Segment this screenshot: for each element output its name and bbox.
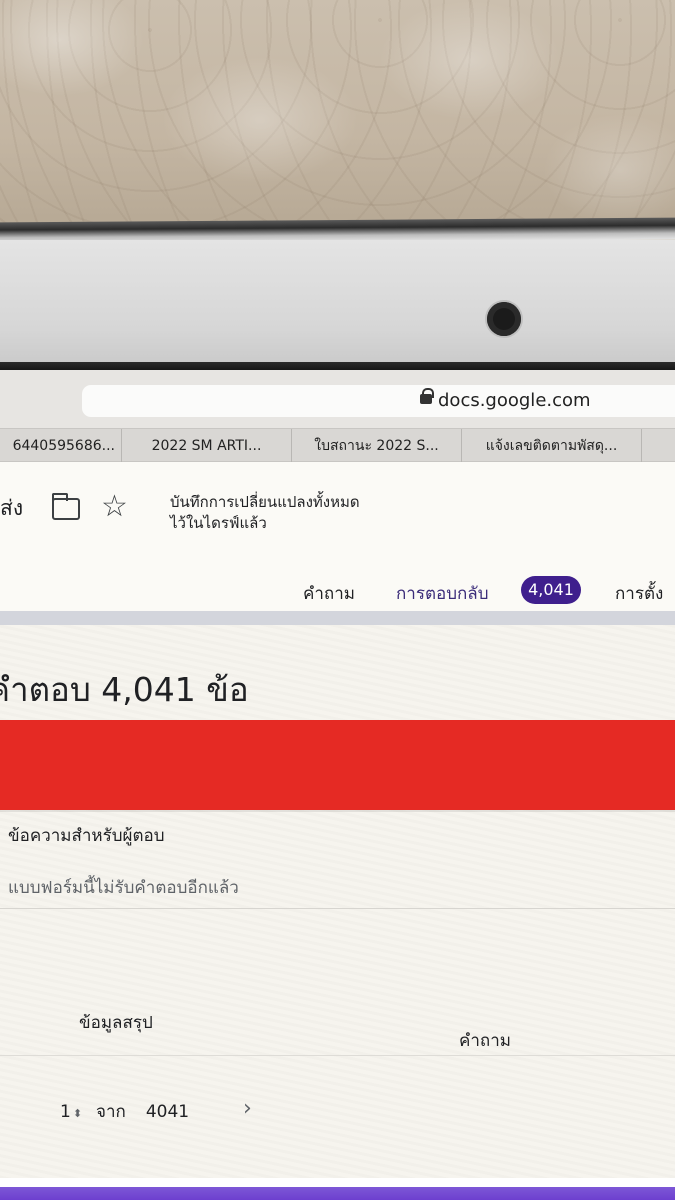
responses-panel: คำตอบ 4,041 ข้อ ข้อความสำหรับผู้ตอบ แบบฟ…: [0, 625, 675, 1200]
laptop-bezel: [0, 240, 675, 368]
send-button[interactable]: ส่ง: [0, 492, 23, 525]
respondent-message-label: ข้อความสำหรับผู้ตอบ: [8, 826, 165, 846]
tab-settings[interactable]: การตั้ง: [615, 580, 663, 607]
browser-toolbar: docs.google.com: [0, 370, 675, 428]
respondent-message-field[interactable]: แบบฟอร์มนี้ไม่รับคำตอบอีกแล้ว: [8, 874, 239, 901]
save-status: บันทึกการเปลี่ยนแปลงทั้งหมด ไว้ในไดรฟ์แล…: [170, 492, 360, 534]
address-bar[interactable]: docs.google.com: [82, 385, 675, 417]
header-divider: [0, 611, 675, 625]
star-icon[interactable]: ☆: [101, 490, 128, 524]
browser-tab[interactable]: 6440595686...: [0, 429, 122, 463]
address-url: docs.google.com: [438, 390, 591, 411]
pager-total: 4041: [145, 1102, 190, 1122]
tab-question[interactable]: คำถาม: [459, 1027, 511, 1054]
browser-tab[interactable]: แจ้งเลขติดตามพัสดุ...: [462, 429, 642, 463]
background-wall: [0, 0, 675, 225]
field-underline: [0, 908, 675, 909]
browser-tab[interactable]: 2022 SM ARTI...: [122, 429, 292, 463]
responses-summary-title: คำตอบ 4,041 ข้อ: [0, 670, 249, 709]
page-number-input[interactable]: 1: [60, 1102, 71, 1122]
response-count-badge: 4,041: [521, 576, 581, 604]
pager-of-label: จาก: [96, 1102, 126, 1122]
browser-tab-bar: 6440595686... 2022 SM ARTI... ใบสถานะ 20…: [0, 428, 675, 463]
tabs-divider: [0, 1055, 675, 1056]
folder-icon[interactable]: [51, 493, 80, 520]
lock-icon: [420, 388, 434, 404]
save-status-line: ไว้ในไดรฟ์แล้ว: [170, 514, 267, 532]
save-status-line: บันทึกการเปลี่ยนแปลงทั้งหมด: [170, 493, 360, 511]
tab-summary[interactable]: ข้อมูลสรุป: [79, 1009, 153, 1036]
chevron-right-icon[interactable]: ›: [243, 1097, 252, 1121]
forms-header: ส่ง ☆ บันทึกการเปลี่ยนแปลงทั้งหมด ไว้ในไ…: [0, 462, 675, 620]
stepper-icon[interactable]: ⬍: [73, 1107, 82, 1120]
tab-responses[interactable]: การตอบกลับ: [396, 580, 489, 607]
browser-tab[interactable]: ใบสถานะ 2022 S...: [292, 429, 462, 463]
tab-questions[interactable]: คำถาม: [303, 580, 355, 607]
browser-tab[interactable]: [642, 429, 675, 463]
browser-window: docs.google.com 6440595686... 2022 SM AR…: [0, 370, 675, 1200]
webcam-icon: [487, 302, 521, 336]
response-pager: 1 ⬍ จาก 4041: [60, 1098, 189, 1125]
not-accepting-banner[interactable]: [0, 720, 675, 810]
response-card-edge: [0, 1178, 675, 1200]
